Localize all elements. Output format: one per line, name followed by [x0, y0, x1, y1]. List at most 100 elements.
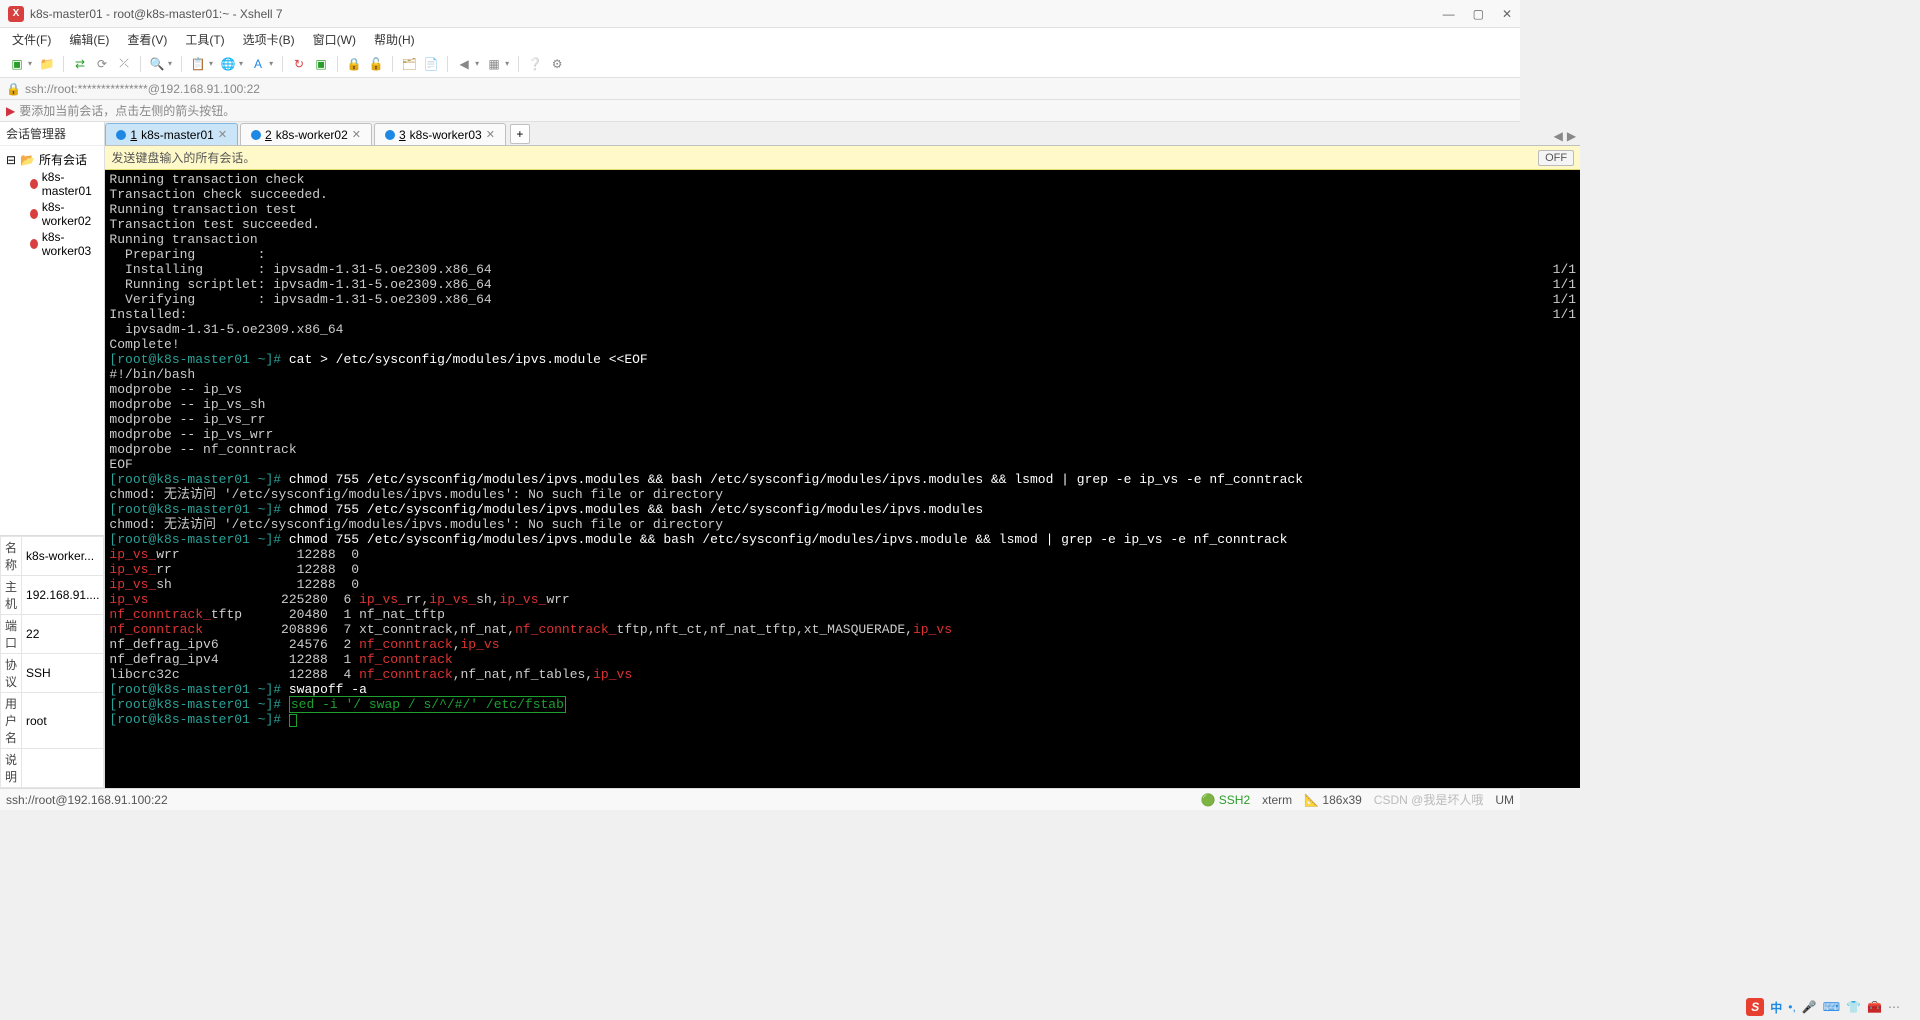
disconnect-icon[interactable]: ⤫ — [115, 55, 133, 73]
status-term-size: 📐 186x39 — [1304, 793, 1362, 807]
new-session-icon[interactable]: ▣ — [8, 55, 26, 73]
toolbar: ▣▾ 📁 ⇄ ⟳ ⤫ 🔍▾ 📋▾ 🌐▾ A▾ ↻ ▣ 🔒 🔓 🗂 📄 ◀▾ ▦▾… — [0, 50, 1520, 78]
search-icon[interactable]: 🔍 — [148, 55, 166, 73]
unlock-icon[interactable]: 🔓 — [367, 55, 385, 73]
close-button[interactable]: ✕ — [1502, 7, 1512, 21]
prop-proto-value: SSH — [22, 654, 104, 693]
prop-desc-label: 说明 — [1, 749, 22, 788]
tree-root[interactable]: ⊟ 📂 所有会话 — [4, 150, 100, 169]
status-watermark: CSDN @我是坏人哦 — [1374, 791, 1484, 808]
minimize-button[interactable]: — — [1443, 7, 1455, 21]
ime-mic-icon[interactable]: 🎤 — [1802, 1000, 1817, 1014]
lock-icon[interactable]: 🔒 — [345, 55, 363, 73]
ime-keyboard-icon[interactable]: ⌨ — [1823, 1000, 1840, 1014]
lock-small-icon: 🔒 — [6, 82, 21, 96]
tree-root-label: 所有会话 — [39, 151, 87, 168]
menu-edit[interactable]: 编辑(E) — [65, 29, 113, 50]
file-icon[interactable]: 📄 — [422, 55, 440, 73]
ime-toolbox-icon[interactable]: 🧰 — [1867, 1000, 1882, 1014]
window-title: k8s-master01 - root@k8s-master01:~ - Xsh… — [30, 7, 1443, 21]
globe-icon[interactable]: 🌐 — [219, 55, 237, 73]
session-label: k8s-worker03 — [42, 230, 99, 258]
open-icon[interactable]: 📁 — [38, 55, 56, 73]
tab-close-icon[interactable]: ✕ — [218, 128, 227, 141]
tab-status-icon — [251, 130, 261, 140]
flag-icon: ▶ — [6, 104, 15, 118]
menu-tools[interactable]: 工具(T) — [181, 29, 228, 50]
tree-session-item[interactable]: k8s-master01 — [28, 169, 100, 199]
broadcast-toggle-button[interactable]: OFF — [1538, 150, 1574, 166]
ime-more-icon[interactable]: ⋯ — [1888, 1000, 1900, 1014]
prop-host-label: 主机 — [1, 576, 22, 615]
menu-help[interactable]: 帮助(H) — [370, 29, 419, 50]
connect-icon[interactable]: ⇄ — [71, 55, 89, 73]
menu-file[interactable]: 文件(F) — [8, 29, 55, 50]
folder-icon: 📂 — [20, 153, 35, 167]
session-dot-icon — [30, 239, 38, 249]
tab-add-button[interactable]: + — [510, 124, 530, 144]
session-dot-icon — [30, 179, 38, 189]
tree-session-item[interactable]: k8s-worker03 — [28, 229, 100, 259]
prop-user-value: root — [22, 693, 104, 749]
copy-icon[interactable]: 📋 — [189, 55, 207, 73]
session-tab[interactable]: 2 k8s-worker02 ✕ — [240, 123, 372, 145]
session-properties: 名称k8s-worker... 主机192.168.91.... 端口22 协议… — [0, 535, 104, 788]
tab-label: k8s-master01 — [141, 128, 214, 142]
address-bar: 🔒 ssh://root:***************@192.168.91.… — [0, 78, 1520, 100]
tab-number: 2 — [265, 128, 272, 142]
menu-tabs[interactable]: 选项卡(B) — [239, 29, 299, 50]
tab-bar: 1 k8s-master01 ✕ 2 k8s-worker02 ✕ 3 k8s-worker0… — [105, 122, 1580, 146]
menu-view[interactable]: 查看(V) — [123, 29, 171, 50]
menu-window[interactable]: 窗口(W) — [309, 29, 360, 50]
font-icon[interactable]: A — [249, 55, 267, 73]
session-tab[interactable]: 3 k8s-worker03 ✕ — [374, 123, 506, 145]
status-address: ssh://root@192.168.91.100:22 — [6, 793, 168, 807]
arrow-left-icon[interactable]: ◀ — [455, 55, 473, 73]
session-label: k8s-worker02 — [42, 200, 99, 228]
address-text[interactable]: ssh://root:***************@192.168.91.10… — [25, 82, 260, 96]
tab-next-icon[interactable]: ▶ — [1567, 129, 1576, 143]
app-icon: X — [8, 6, 24, 22]
terminal[interactable]: Running transaction checkTransaction che… — [105, 170, 1580, 788]
tab-label: k8s-worker03 — [410, 128, 482, 142]
maximize-button[interactable]: ▢ — [1473, 7, 1484, 21]
tab-close-icon[interactable]: ✕ — [352, 128, 361, 141]
ime-punct-icon[interactable]: •, — [1788, 1000, 1796, 1014]
menu-bar: 文件(F) 编辑(E) 查看(V) 工具(T) 选项卡(B) 窗口(W) 帮助(… — [0, 28, 1520, 50]
prop-user-label: 用户名 — [1, 693, 22, 749]
session-manager-panel: 会话管理器 ⊟ 📂 所有会话 k8s-master01k8s-worker02k… — [0, 122, 105, 788]
prop-port-label: 端口 — [1, 615, 22, 654]
session-tree[interactable]: ⊟ 📂 所有会话 k8s-master01k8s-worker02k8s-wor… — [0, 146, 104, 535]
collapse-icon[interactable]: ⊟ — [6, 153, 16, 167]
session-label: k8s-master01 — [42, 170, 99, 198]
tab-number: 1 — [130, 128, 137, 142]
prop-name-value: k8s-worker... — [22, 537, 104, 576]
ime-indicator[interactable]: S 中 •, 🎤 ⌨ 👕 🧰 ⋯ — [1746, 998, 1900, 1016]
folder-tree-icon[interactable]: 🗂 — [400, 55, 418, 73]
tab-number: 3 — [399, 128, 406, 142]
prop-name-label: 名称 — [1, 537, 22, 576]
hint-bar: ▶ 要添加当前会话，点击左侧的箭头按钮。 — [0, 100, 1520, 122]
sogou-icon[interactable]: S — [1746, 998, 1764, 1016]
help-icon[interactable]: ❔ — [526, 55, 544, 73]
tab-status-icon — [116, 130, 126, 140]
refresh-icon[interactable]: ↻ — [290, 55, 308, 73]
layout-icon[interactable]: ▦ — [485, 55, 503, 73]
reconnect-icon[interactable]: ⟳ — [93, 55, 111, 73]
prop-port-value: 22 — [22, 615, 104, 654]
ime-skin-icon[interactable]: 👕 — [1846, 1000, 1861, 1014]
tab-status-icon — [385, 130, 395, 140]
ime-lang[interactable]: 中 — [1770, 999, 1782, 1016]
tab-close-icon[interactable]: ✕ — [486, 128, 495, 141]
prop-proto-label: 协议 — [1, 654, 22, 693]
tab-prev-icon[interactable]: ◀ — [1554, 129, 1563, 143]
tree-session-item[interactable]: k8s-worker02 — [28, 199, 100, 229]
tab-label: k8s-worker02 — [276, 128, 348, 142]
status-caps: UM — [1495, 793, 1514, 807]
session-tab[interactable]: 1 k8s-master01 ✕ — [105, 123, 238, 145]
settings-icon[interactable]: ⚙ — [548, 55, 566, 73]
status-bar: ssh://root@192.168.91.100:22 🟢 SSH2 xter… — [0, 788, 1520, 810]
terminal-icon[interactable]: ▣ — [312, 55, 330, 73]
session-dot-icon — [30, 209, 38, 219]
broadcast-bar: 发送键盘输入的所有会话。 OFF — [105, 146, 1580, 170]
